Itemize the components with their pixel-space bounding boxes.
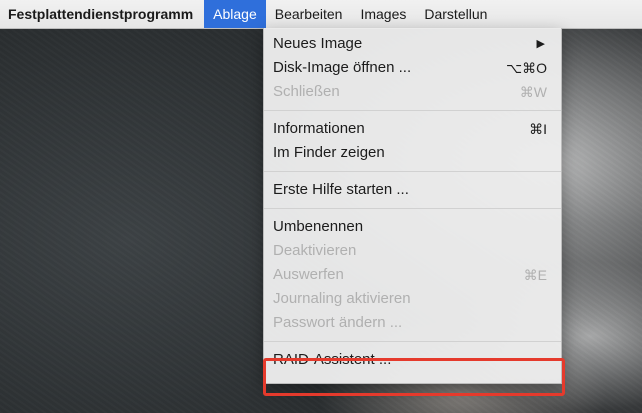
ablage-dropdown-menu: Neues Image ▶ Disk-Image öffnen ... ⌥⌘O …	[263, 28, 562, 384]
menu-item-label: Umbenennen	[273, 218, 364, 235]
menu-item-informationen[interactable]: Informationen ⌘I	[264, 117, 561, 141]
menu-item-label: Journaling aktivieren	[273, 290, 411, 307]
menu-item-label: Neues Image	[273, 35, 363, 52]
menu-separator	[264, 208, 561, 209]
menu-item-label: Informationen	[273, 120, 365, 137]
menu-item-label: RAID-Assistent ...	[273, 351, 392, 368]
menu-separator	[264, 171, 561, 172]
menu-item-label: Erste Hilfe starten ...	[273, 181, 409, 198]
menu-darstellung[interactable]: Darstellun	[415, 0, 496, 28]
menu-item-journaling-aktivieren: Journaling aktivieren	[264, 287, 561, 311]
menu-item-im-finder-zeigen[interactable]: Im Finder zeigen	[264, 141, 561, 165]
menu-bearbeiten[interactable]: Bearbeiten	[266, 0, 352, 28]
menu-item-label: Deaktivieren	[273, 242, 357, 259]
menu-item-label: Auswerfen	[273, 266, 344, 283]
menu-separator	[264, 110, 561, 111]
menu-item-shortcut: ⌘I	[529, 121, 547, 137]
menu-item-passwort-aendern: Passwort ändern ...	[264, 311, 561, 335]
menu-item-label: Schließen	[273, 83, 340, 100]
menu-item-deaktivieren: Deaktivieren	[264, 239, 561, 263]
menu-images[interactable]: Images	[351, 0, 415, 28]
menu-ablage[interactable]: Ablage	[204, 0, 266, 28]
menu-item-label: Im Finder zeigen	[273, 144, 385, 161]
menu-item-label: Passwort ändern ...	[273, 314, 403, 331]
menu-item-shortcut: ⌥⌘O	[505, 60, 547, 76]
menu-separator	[264, 341, 561, 342]
menu-item-shortcut: ⌘W	[519, 84, 547, 100]
submenu-arrow-icon: ▶	[536, 38, 545, 50]
menu-item-umbenennen[interactable]: Umbenennen	[264, 215, 561, 239]
menu-item-neues-image[interactable]: Neues Image ▶	[264, 32, 561, 56]
menu-item-raid-assistent[interactable]: RAID-Assistent ...	[264, 348, 561, 372]
menu-bar: Festplattendienstprogramm Ablage Bearbei…	[0, 0, 642, 29]
menu-item-erste-hilfe[interactable]: Erste Hilfe starten ...	[264, 178, 561, 202]
menu-item-auswerfen: Auswerfen ⌘E	[264, 263, 561, 287]
menu-item-schliessen: Schließen ⌘W	[264, 80, 561, 104]
menu-item-disk-image-oeffnen[interactable]: Disk-Image öffnen ... ⌥⌘O	[264, 56, 561, 80]
menu-item-label: Disk-Image öffnen ...	[273, 59, 412, 76]
menu-app-name[interactable]: Festplattendienstprogramm	[0, 0, 204, 28]
menu-item-shortcut: ⌘E	[523, 267, 547, 283]
